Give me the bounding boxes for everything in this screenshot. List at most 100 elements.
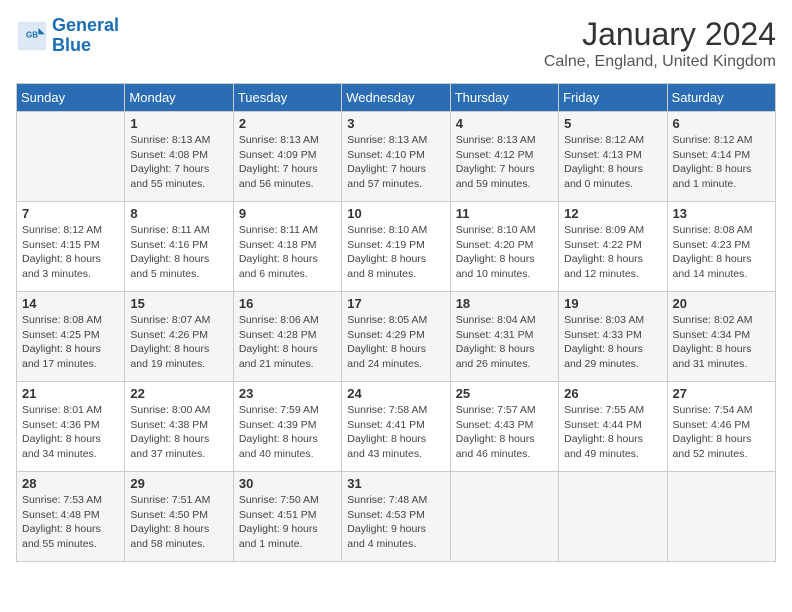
- weekday-header-wednesday: Wednesday: [342, 84, 450, 112]
- day-number: 15: [130, 296, 227, 311]
- day-number: 14: [22, 296, 119, 311]
- day-info: Sunrise: 7:53 AMSunset: 4:48 PMDaylight:…: [22, 493, 119, 552]
- calendar-cell: 3 Sunrise: 8:13 AMSunset: 4:10 PMDayligh…: [342, 112, 450, 202]
- day-number: 3: [347, 116, 444, 131]
- day-info: Sunrise: 8:13 AMSunset: 4:12 PMDaylight:…: [456, 133, 553, 192]
- day-number: 22: [130, 386, 227, 401]
- calendar-cell: 21 Sunrise: 8:01 AMSunset: 4:36 PMDaylig…: [17, 382, 125, 472]
- day-number: 31: [347, 476, 444, 491]
- day-info: Sunrise: 8:12 AMSunset: 4:13 PMDaylight:…: [564, 133, 661, 192]
- day-info: Sunrise: 7:58 AMSunset: 4:41 PMDaylight:…: [347, 403, 444, 462]
- day-info: Sunrise: 8:01 AMSunset: 4:36 PMDaylight:…: [22, 403, 119, 462]
- logo-icon: GB: [16, 20, 48, 52]
- title-block: January 2024 Calne, England, United King…: [544, 16, 776, 71]
- day-number: 30: [239, 476, 336, 491]
- day-info: Sunrise: 8:10 AMSunset: 4:20 PMDaylight:…: [456, 223, 553, 282]
- calendar-cell: 23 Sunrise: 7:59 AMSunset: 4:39 PMDaylig…: [233, 382, 341, 472]
- calendar-cell: 30 Sunrise: 7:50 AMSunset: 4:51 PMDaylig…: [233, 472, 341, 562]
- calendar-cell: 11 Sunrise: 8:10 AMSunset: 4:20 PMDaylig…: [450, 202, 558, 292]
- day-info: Sunrise: 7:50 AMSunset: 4:51 PMDaylight:…: [239, 493, 336, 552]
- day-number: 1: [130, 116, 227, 131]
- location: Calne, England, United Kingdom: [544, 53, 776, 71]
- day-info: Sunrise: 8:05 AMSunset: 4:29 PMDaylight:…: [347, 313, 444, 372]
- day-number: 12: [564, 206, 661, 221]
- calendar-cell: 19 Sunrise: 8:03 AMSunset: 4:33 PMDaylig…: [559, 292, 667, 382]
- calendar-cell: 4 Sunrise: 8:13 AMSunset: 4:12 PMDayligh…: [450, 112, 558, 202]
- page-header: GB General Blue January 2024 Calne, Engl…: [16, 16, 776, 71]
- calendar-cell: 6 Sunrise: 8:12 AMSunset: 4:14 PMDayligh…: [667, 112, 775, 202]
- calendar-cell: [559, 472, 667, 562]
- day-info: Sunrise: 8:09 AMSunset: 4:22 PMDaylight:…: [564, 223, 661, 282]
- calendar-cell: 14 Sunrise: 8:08 AMSunset: 4:25 PMDaylig…: [17, 292, 125, 382]
- calendar-week-row: 21 Sunrise: 8:01 AMSunset: 4:36 PMDaylig…: [17, 382, 776, 472]
- day-info: Sunrise: 8:03 AMSunset: 4:33 PMDaylight:…: [564, 313, 661, 372]
- day-number: 19: [564, 296, 661, 311]
- day-info: Sunrise: 8:06 AMSunset: 4:28 PMDaylight:…: [239, 313, 336, 372]
- logo: GB General Blue: [16, 16, 119, 56]
- calendar-cell: 25 Sunrise: 7:57 AMSunset: 4:43 PMDaylig…: [450, 382, 558, 472]
- day-number: 6: [673, 116, 770, 131]
- day-number: 29: [130, 476, 227, 491]
- calendar-table: SundayMondayTuesdayWednesdayThursdayFrid…: [16, 83, 776, 562]
- day-number: 10: [347, 206, 444, 221]
- day-info: Sunrise: 7:55 AMSunset: 4:44 PMDaylight:…: [564, 403, 661, 462]
- calendar-week-row: 1 Sunrise: 8:13 AMSunset: 4:08 PMDayligh…: [17, 112, 776, 202]
- calendar-cell: [667, 472, 775, 562]
- day-number: 25: [456, 386, 553, 401]
- logo-text: General Blue: [52, 16, 119, 56]
- weekday-header-thursday: Thursday: [450, 84, 558, 112]
- day-number: 5: [564, 116, 661, 131]
- day-number: 20: [673, 296, 770, 311]
- day-number: 16: [239, 296, 336, 311]
- calendar-week-row: 14 Sunrise: 8:08 AMSunset: 4:25 PMDaylig…: [17, 292, 776, 382]
- day-number: 9: [239, 206, 336, 221]
- day-info: Sunrise: 7:54 AMSunset: 4:46 PMDaylight:…: [673, 403, 770, 462]
- day-info: Sunrise: 8:13 AMSunset: 4:09 PMDaylight:…: [239, 133, 336, 192]
- day-info: Sunrise: 8:12 AMSunset: 4:14 PMDaylight:…: [673, 133, 770, 192]
- calendar-week-row: 7 Sunrise: 8:12 AMSunset: 4:15 PMDayligh…: [17, 202, 776, 292]
- day-number: 18: [456, 296, 553, 311]
- calendar-cell: 27 Sunrise: 7:54 AMSunset: 4:46 PMDaylig…: [667, 382, 775, 472]
- day-number: 23: [239, 386, 336, 401]
- calendar-cell: 7 Sunrise: 8:12 AMSunset: 4:15 PMDayligh…: [17, 202, 125, 292]
- day-info: Sunrise: 7:57 AMSunset: 4:43 PMDaylight:…: [456, 403, 553, 462]
- svg-text:GB: GB: [26, 30, 38, 39]
- calendar-cell: 5 Sunrise: 8:12 AMSunset: 4:13 PMDayligh…: [559, 112, 667, 202]
- day-info: Sunrise: 8:11 AMSunset: 4:18 PMDaylight:…: [239, 223, 336, 282]
- calendar-cell: 26 Sunrise: 7:55 AMSunset: 4:44 PMDaylig…: [559, 382, 667, 472]
- calendar-cell: 20 Sunrise: 8:02 AMSunset: 4:34 PMDaylig…: [667, 292, 775, 382]
- calendar-cell: 9 Sunrise: 8:11 AMSunset: 4:18 PMDayligh…: [233, 202, 341, 292]
- day-info: Sunrise: 7:51 AMSunset: 4:50 PMDaylight:…: [130, 493, 227, 552]
- calendar-cell: 18 Sunrise: 8:04 AMSunset: 4:31 PMDaylig…: [450, 292, 558, 382]
- day-info: Sunrise: 8:08 AMSunset: 4:23 PMDaylight:…: [673, 223, 770, 282]
- weekday-header-sunday: Sunday: [17, 84, 125, 112]
- day-number: 13: [673, 206, 770, 221]
- month-title: January 2024: [544, 16, 776, 53]
- calendar-cell: 22 Sunrise: 8:00 AMSunset: 4:38 PMDaylig…: [125, 382, 233, 472]
- weekday-header-monday: Monday: [125, 84, 233, 112]
- day-number: 8: [130, 206, 227, 221]
- day-info: Sunrise: 8:10 AMSunset: 4:19 PMDaylight:…: [347, 223, 444, 282]
- day-info: Sunrise: 7:48 AMSunset: 4:53 PMDaylight:…: [347, 493, 444, 552]
- calendar-cell: 2 Sunrise: 8:13 AMSunset: 4:09 PMDayligh…: [233, 112, 341, 202]
- calendar-cell: 10 Sunrise: 8:10 AMSunset: 4:19 PMDaylig…: [342, 202, 450, 292]
- day-info: Sunrise: 8:07 AMSunset: 4:26 PMDaylight:…: [130, 313, 227, 372]
- calendar-cell: 28 Sunrise: 7:53 AMSunset: 4:48 PMDaylig…: [17, 472, 125, 562]
- calendar-cell: 15 Sunrise: 8:07 AMSunset: 4:26 PMDaylig…: [125, 292, 233, 382]
- day-number: 27: [673, 386, 770, 401]
- day-number: 21: [22, 386, 119, 401]
- calendar-cell: [450, 472, 558, 562]
- day-info: Sunrise: 8:02 AMSunset: 4:34 PMDaylight:…: [673, 313, 770, 372]
- day-info: Sunrise: 8:04 AMSunset: 4:31 PMDaylight:…: [456, 313, 553, 372]
- day-info: Sunrise: 8:00 AMSunset: 4:38 PMDaylight:…: [130, 403, 227, 462]
- calendar-cell: 1 Sunrise: 8:13 AMSunset: 4:08 PMDayligh…: [125, 112, 233, 202]
- day-info: Sunrise: 8:13 AMSunset: 4:10 PMDaylight:…: [347, 133, 444, 192]
- day-number: 28: [22, 476, 119, 491]
- weekday-header-row: SundayMondayTuesdayWednesdayThursdayFrid…: [17, 84, 776, 112]
- weekday-header-tuesday: Tuesday: [233, 84, 341, 112]
- day-number: 4: [456, 116, 553, 131]
- day-info: Sunrise: 7:59 AMSunset: 4:39 PMDaylight:…: [239, 403, 336, 462]
- calendar-cell: 13 Sunrise: 8:08 AMSunset: 4:23 PMDaylig…: [667, 202, 775, 292]
- day-number: 2: [239, 116, 336, 131]
- day-number: 24: [347, 386, 444, 401]
